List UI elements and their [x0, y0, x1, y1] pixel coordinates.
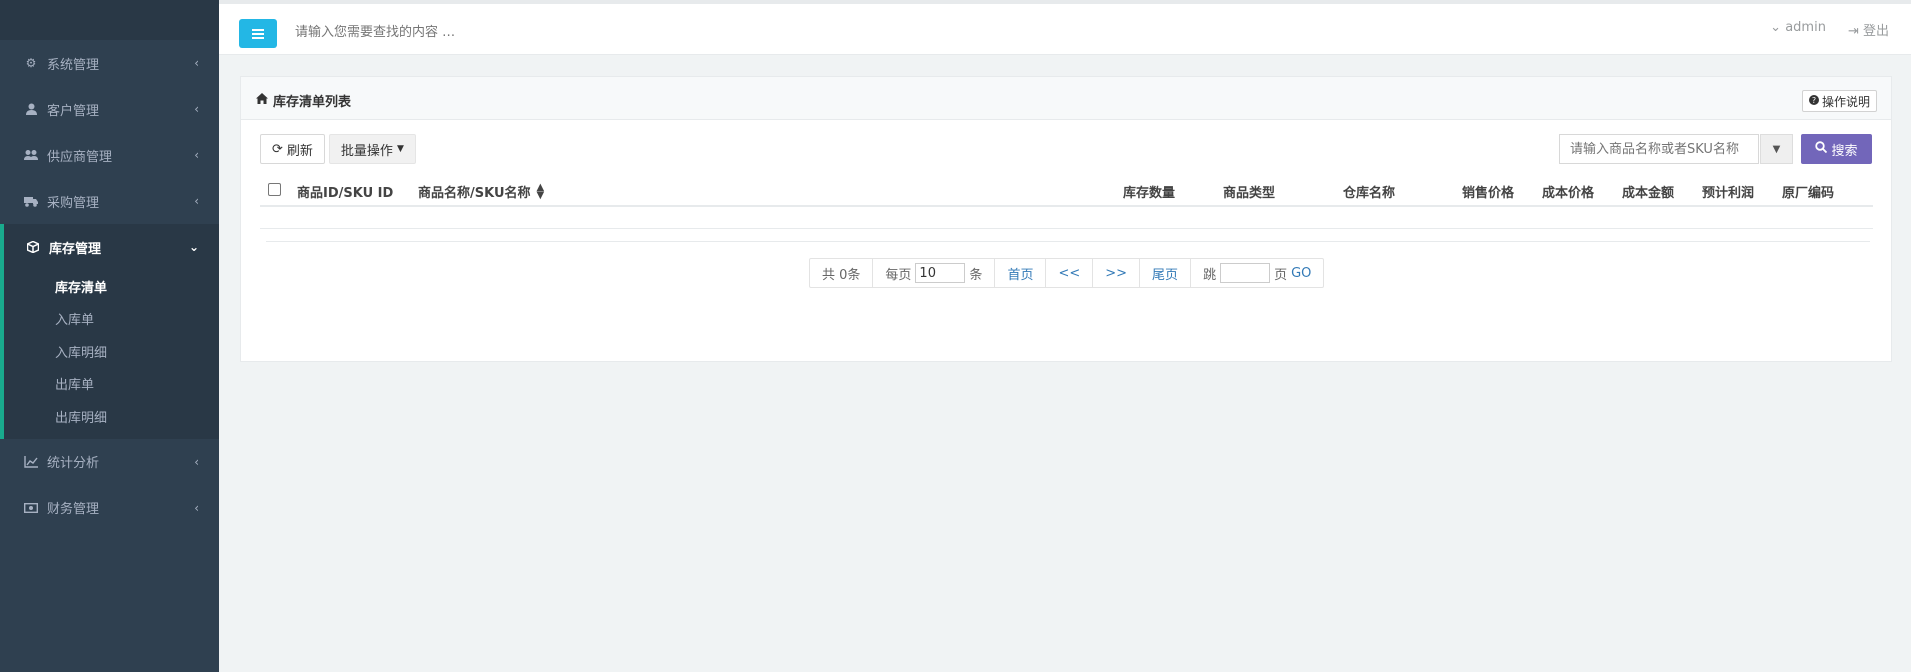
search-options-dropdown[interactable]: ▼ [1760, 134, 1793, 164]
search-icon [1815, 141, 1828, 157]
line-chart-icon [24, 455, 38, 469]
last-page-link[interactable]: 尾页 [1140, 259, 1192, 287]
sidebar-item-purchase[interactable]: 采购管理 ‹ [0, 178, 219, 224]
page-title: 库存清单列表 [256, 91, 351, 110]
inventory-list-panel: 库存清单列表 ? 操作说明 ⟳ 刷新 批量操作 ▼ ▼ 搜索 商品ID/SKU … [240, 76, 1892, 362]
inventory-table: 商品ID/SKU ID 商品名称/SKU名称 ▲ ▼ 库存数量 商品类型 仓库名称… [260, 173, 1873, 229]
caret-down-icon: ▼ [396, 144, 404, 154]
truck-icon [24, 194, 38, 208]
sidebar-item-label: 采购管理 [47, 195, 100, 211]
pagination: 共 0条 每页 条 首页 << >> 尾页 跳 页 GO [809, 258, 1325, 288]
money-icon [24, 501, 38, 515]
page-size-input[interactable] [915, 263, 966, 283]
chevron-left-icon: ‹ [194, 56, 199, 70]
panel-header: 库存清单列表 ? 操作说明 [241, 77, 1891, 120]
sidebar-item-finance[interactable]: 财务管理 ‹ [0, 485, 219, 531]
sidebar-subitem-outbound-detail[interactable]: 出库明细 [4, 400, 219, 433]
chevron-down-icon: ⌄ [1770, 20, 1782, 35]
sidebar-item-label: 库存管理 [49, 241, 102, 257]
chevron-left-icon: ‹ [194, 102, 199, 116]
sidebar-subitem-inbound[interactable]: 入库单 [4, 303, 219, 336]
hamburger-icon [252, 28, 264, 39]
prev-page-link[interactable]: << [1046, 259, 1094, 287]
refresh-button[interactable]: ⟳ 刷新 [260, 134, 325, 164]
go-button[interactable]: GO [1291, 266, 1311, 281]
pagination-total: 共 0条 [810, 259, 874, 287]
sidebar-item-supplier[interactable]: 供应商管理 ‹ [0, 132, 219, 178]
cube-icon [26, 240, 40, 254]
table-header: 商品ID/SKU ID 商品名称/SKU名称 ▲ ▼ 库存数量 商品类型 仓库名称… [260, 173, 1873, 207]
menu-toggle-button[interactable] [239, 19, 277, 48]
column-header-id: 商品ID/SKU ID [297, 186, 394, 201]
column-header-cost-amount: 成本金额 [1622, 186, 1675, 201]
column-header-product-type: 商品类型 [1223, 186, 1276, 201]
refresh-icon: ⟳ [272, 141, 283, 157]
sidebar-item-label: 系统管理 [47, 57, 100, 73]
sidebar-item-customer[interactable]: 客户管理 ‹ [0, 86, 219, 132]
chevron-left-icon: ‹ [194, 194, 199, 208]
table-toolbar: ⟳ 刷新 批量操作 ▼ [260, 134, 416, 164]
product-search-input[interactable] [1559, 134, 1759, 164]
jump-page-input[interactable] [1220, 263, 1271, 283]
chevron-left-icon: ‹ [194, 500, 199, 515]
chevron-left-icon: ‹ [194, 454, 199, 469]
sidebar-subitem-outbound[interactable]: 出库单 [4, 368, 219, 401]
top-navbar: ⌄ admin ⇥ 登出 [219, 0, 1911, 55]
logout-link[interactable]: ⇥ 登出 [1848, 20, 1889, 39]
svg-text:?: ? [1812, 96, 1816, 105]
sidebar-item-label: 统计分析 [47, 456, 100, 471]
sidebar-item-statistics[interactable]: 统计分析 ‹ [0, 439, 219, 485]
column-header-factory-code: 原厂编码 [1782, 186, 1835, 201]
column-header-cost-price: 成本价格 [1542, 186, 1595, 201]
select-all-checkbox[interactable] [268, 183, 281, 196]
help-button[interactable]: ? 操作说明 [1801, 90, 1877, 112]
search-button[interactable]: 搜索 [1801, 134, 1872, 164]
sidebar-item-inventory[interactable]: 库存管理 ⌄ [4, 224, 219, 270]
pagination-page-size: 每页 条 [873, 259, 996, 287]
global-search-input[interactable] [295, 18, 695, 46]
sidebar-subitem-stock-list[interactable]: 库存清单 [4, 270, 219, 303]
column-header-stock-qty: 库存数量 [1123, 186, 1176, 201]
sidebar-header [0, 0, 219, 40]
sidebar-item-label: 财务管理 [47, 502, 100, 517]
batch-actions-button[interactable]: 批量操作 ▼ [328, 134, 416, 164]
column-header-profit: 预计利润 [1702, 186, 1755, 201]
column-header-warehouse: 仓库名称 [1343, 186, 1396, 201]
chevron-down-icon: ⌄ [188, 240, 199, 254]
user-icon [24, 102, 38, 116]
table-footer-divider [266, 241, 1870, 242]
sidebar-item-system[interactable]: ⚙ 系统管理 ‹ [0, 40, 219, 86]
users-icon [24, 148, 38, 162]
sidebar-item-label: 供应商管理 [47, 149, 113, 165]
sidebar-subitem-inbound-detail[interactable]: 入库明细 [4, 335, 219, 368]
question-circle-icon: ? [1808, 94, 1819, 108]
sidebar: ⚙ 系统管理 ‹ 客户管理 ‹ 供应商管理 ‹ 采购管理 ‹ 库存管理 ⌄ 库存… [0, 0, 219, 672]
first-page-link[interactable]: 首页 [995, 259, 1047, 287]
sidebar-group-inventory: 库存管理 ⌄ 库存清单 入库单 入库明细 出库单 出库明细 [0, 224, 219, 439]
chevron-left-icon: ‹ [194, 148, 199, 162]
column-header-sale-price: 销售价格 [1462, 186, 1515, 201]
sidebar-item-label: 客户管理 [47, 103, 100, 119]
sort-icon: ▲ ▼ [536, 181, 545, 201]
column-header-name[interactable]: 商品名称/SKU名称 ▲ ▼ [418, 182, 544, 201]
user-menu[interactable]: ⌄ admin [1770, 20, 1826, 39]
sign-out-icon: ⇥ [1847, 24, 1859, 39]
cogs-icon: ⚙ [25, 56, 37, 70]
top-right-menu: ⌄ admin ⇥ 登出 [1770, 20, 1889, 39]
caret-down-icon: ▼ [1772, 143, 1781, 155]
next-page-link[interactable]: >> [1093, 259, 1141, 287]
pagination-jump: 跳 页 GO [1191, 259, 1323, 287]
table-empty-row [260, 207, 1873, 229]
home-icon [256, 93, 268, 108]
